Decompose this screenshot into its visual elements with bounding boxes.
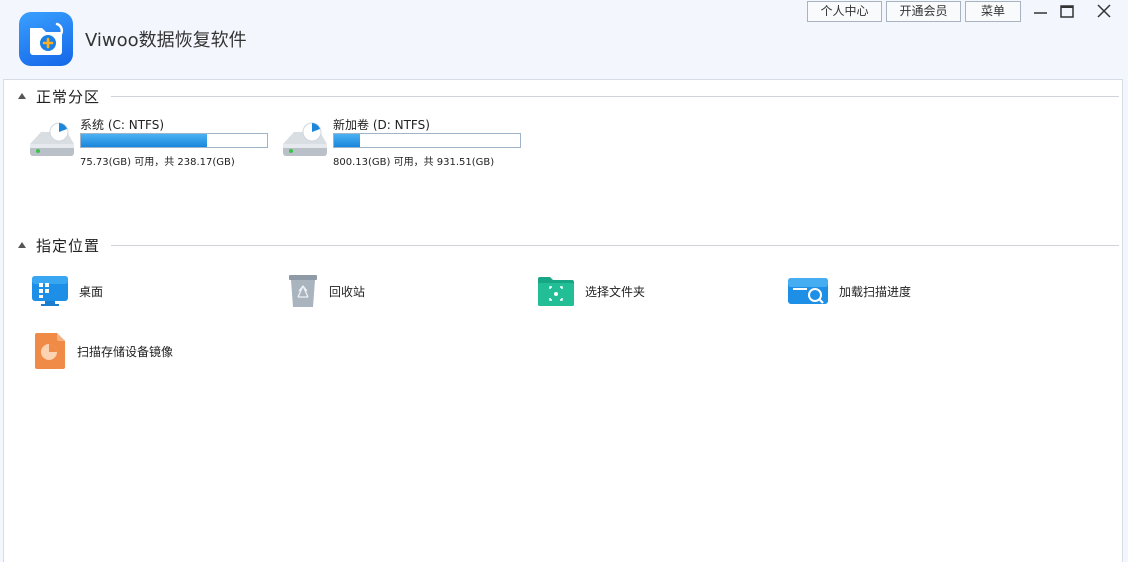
menu-button[interactable]: 菜单 — [965, 1, 1021, 22]
drive-usage-fill — [81, 134, 208, 147]
close-icon[interactable] — [1092, 2, 1116, 22]
drive-capacity: 75.73(GB) 可用，共 238.17(GB) — [80, 157, 235, 168]
open-vip-button[interactable]: 开通会员 — [886, 1, 961, 22]
location-select-folder[interactable]: 选择文件夹 — [537, 271, 645, 311]
minimize-icon[interactable] — [1028, 2, 1052, 22]
desktop-icon — [32, 276, 68, 306]
recycle-bin-icon — [289, 275, 317, 307]
drive-usage-bar — [333, 133, 521, 148]
drive-capacity: 800.13(GB) 可用，共 931.51(GB) — [333, 157, 495, 168]
drive-usage-fill — [334, 134, 361, 147]
disk-image-icon — [35, 333, 65, 369]
location-label: 扫描存储设备镜像 — [77, 344, 174, 359]
drive-usage-bar — [80, 133, 268, 148]
hard-drive-icon — [283, 122, 327, 156]
location-label: 选择文件夹 — [585, 284, 646, 299]
section-title: 正常分区 — [36, 87, 101, 106]
location-load-scan[interactable]: 加载扫描进度 — [787, 271, 911, 311]
folder-select-icon — [538, 277, 574, 306]
locations-section-header[interactable]: 指定位置 — [18, 235, 100, 255]
section-divider — [111, 96, 1119, 97]
section-title: 指定位置 — [36, 236, 101, 255]
account-center-button[interactable]: 个人中心 — [807, 1, 882, 22]
collapse-triangle-icon[interactable] — [18, 93, 26, 99]
location-recycle-bin[interactable]: 回收站 — [287, 271, 365, 311]
maximize-icon[interactable] — [1055, 2, 1079, 22]
section-divider — [111, 245, 1119, 246]
collapse-triangle-icon[interactable] — [18, 242, 26, 248]
drive-name: 系统 (C: NTFS) — [80, 118, 165, 132]
drive-item-c[interactable]: 系统 (C: NTFS) 75.73(GB) 可用，共 238.17(GB) — [27, 116, 277, 176]
location-desktop[interactable]: 桌面 — [31, 271, 103, 311]
location-label: 加载扫描进度 — [839, 284, 912, 299]
main-panel: 正常分区 系统 (C: NTFS) 75.73(GB) 可用，共 238.17(… — [3, 79, 1123, 562]
drive-item-d[interactable]: 新加卷 (D: NTFS) 800.13(GB) 可用，共 931.51(GB) — [280, 116, 530, 176]
location-label: 回收站 — [329, 284, 366, 299]
hard-drive-icon — [30, 122, 74, 156]
app-title: Viwoo数据恢复软件 — [85, 30, 247, 51]
location-disk-image[interactable]: 扫描存储设备镜像 — [33, 331, 173, 371]
title-bar: Viwoo数据恢复软件 个人中心 开通会员 菜单 — [0, 0, 1128, 80]
app-logo-icon — [19, 12, 73, 66]
location-label: 桌面 — [79, 284, 104, 299]
partitions-section-header[interactable]: 正常分区 — [18, 86, 100, 106]
drive-name: 新加卷 (D: NTFS) — [333, 118, 430, 132]
load-scan-icon — [788, 278, 828, 304]
